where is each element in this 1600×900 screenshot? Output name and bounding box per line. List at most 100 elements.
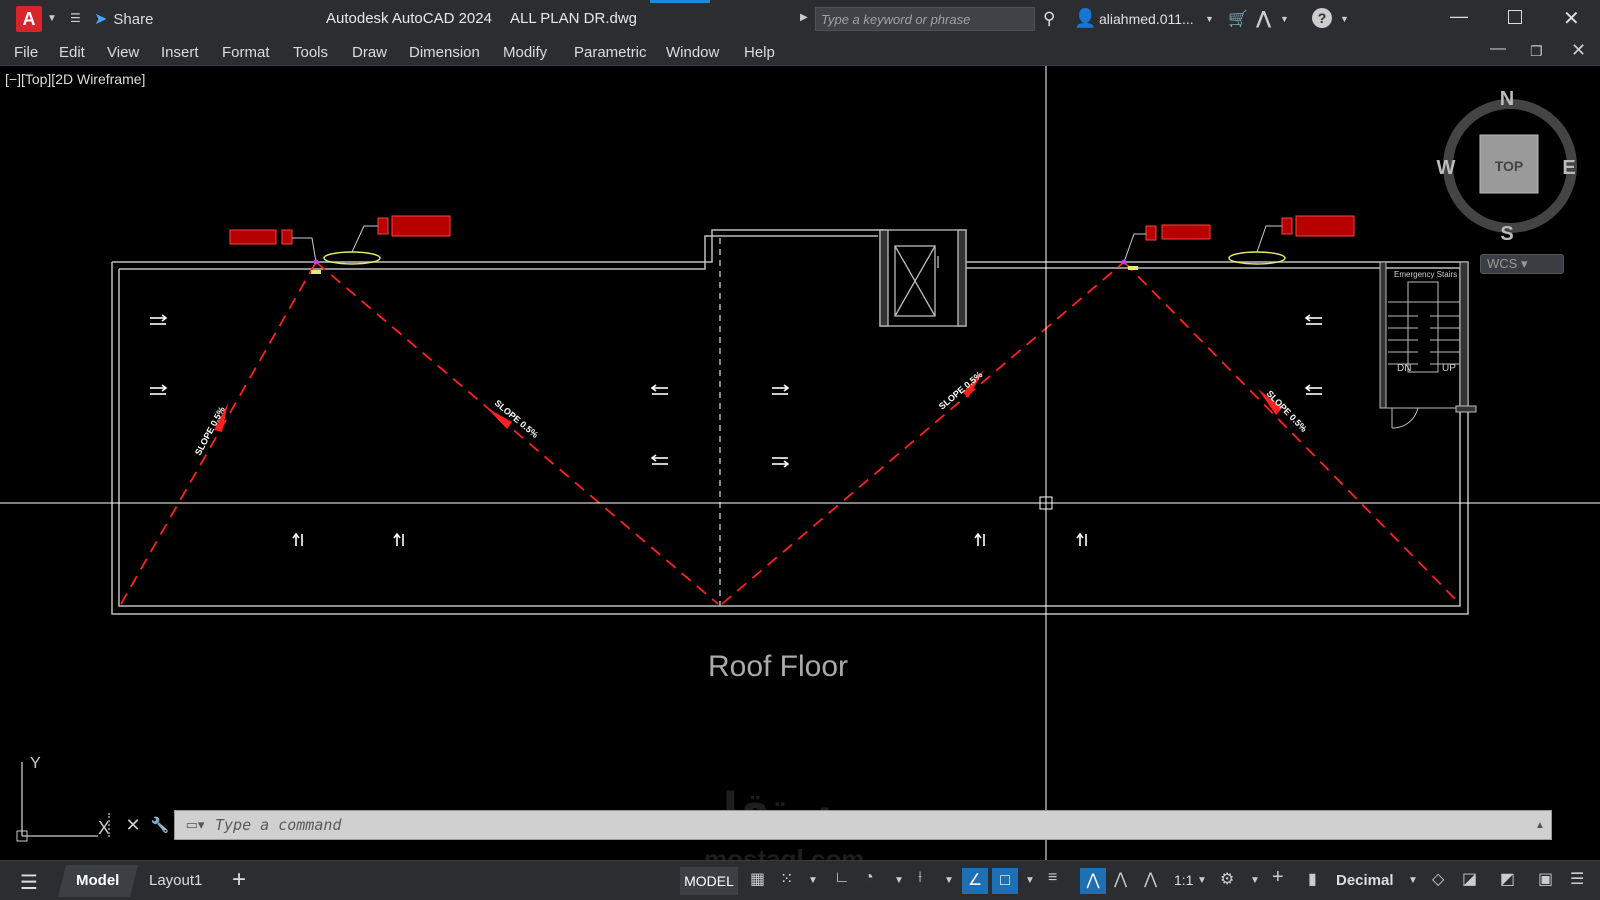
quick-access-menu-icon[interactable]: ☰ bbox=[70, 11, 81, 25]
command-line-grip[interactable] bbox=[108, 813, 114, 837]
isolate-objects-icon[interactable]: ◪ bbox=[1462, 869, 1477, 889]
drawing-title: Roof Floor bbox=[708, 650, 848, 683]
osnap-caret-icon[interactable]: ▼ bbox=[1025, 875, 1035, 886]
help-caret-icon[interactable]: ▼ bbox=[1340, 14, 1349, 24]
auto-scale-icon[interactable]: ⋀ bbox=[1114, 869, 1127, 889]
scale-caret-icon[interactable]: ▼ bbox=[1197, 875, 1207, 886]
workspace-gear-icon[interactable]: ⚙ bbox=[1220, 869, 1234, 889]
hardware-acceleration-icon[interactable]: ◩ bbox=[1500, 869, 1515, 889]
quick-properties-icon[interactable]: ◇ bbox=[1432, 869, 1444, 889]
menu-format[interactable]: Format bbox=[222, 44, 270, 61]
flow-arrows bbox=[150, 314, 1322, 546]
annotation-visibility-icon[interactable]: ⋀ bbox=[1080, 868, 1106, 894]
snap-icon[interactable]: ⁙ bbox=[780, 869, 793, 889]
search-input[interactable] bbox=[815, 7, 1035, 31]
status-bar: ☰ Model Layout1 + MODEL ▦ ⁙ ▼ ∟ ◔ ▼ ⟊ ▼ … bbox=[0, 860, 1600, 900]
elevator-core bbox=[879, 229, 967, 327]
share-label: Share bbox=[113, 10, 154, 28]
document-minimize-icon[interactable]: — bbox=[1490, 40, 1506, 58]
slope-arrows bbox=[214, 370, 1282, 432]
polar-caret-icon[interactable]: ▼ bbox=[894, 875, 904, 886]
emergency-stairs bbox=[1379, 261, 1477, 429]
menu-dimension[interactable]: Dimension bbox=[409, 44, 480, 61]
clean-screen-icon[interactable]: ▣ bbox=[1538, 869, 1553, 889]
drawing-viewport[interactable]: [−][Top][2D Wireframe] Emergency Stairs … bbox=[0, 66, 1600, 874]
command-input[interactable] bbox=[215, 816, 1529, 834]
stair-up-label: UP bbox=[1442, 363, 1456, 374]
workspace-caret-icon[interactable]: ▼ bbox=[1250, 875, 1260, 886]
ortho-icon[interactable]: ∟ bbox=[834, 869, 850, 887]
grid-icon[interactable]: ▦ bbox=[750, 869, 765, 889]
user-menu-caret-icon[interactable]: ▼ bbox=[1205, 14, 1214, 24]
viewcube[interactable]: TOP N S E W bbox=[1430, 86, 1590, 246]
arrow-left-3 bbox=[1304, 314, 1322, 325]
stair-down-label: DN bbox=[1397, 363, 1411, 374]
command-close-icon[interactable]: ✕ bbox=[120, 815, 146, 836]
document-restore-icon[interactable]: ❐ bbox=[1530, 43, 1543, 60]
window-maximize-icon[interactable] bbox=[1508, 10, 1522, 24]
autodesk-app-caret-icon[interactable]: ▼ bbox=[1280, 14, 1289, 24]
command-line: ✕ 🔧 ▭▾ ▲ bbox=[108, 810, 1552, 840]
app-menu-caret-icon[interactable]: ▼ bbox=[47, 13, 57, 24]
menu-parametric[interactable]: Parametric bbox=[574, 44, 647, 61]
document-close-icon[interactable]: ✕ bbox=[1571, 40, 1586, 61]
search-expand-icon[interactable]: ▶ bbox=[800, 12, 808, 23]
menu-file[interactable]: File bbox=[14, 44, 38, 61]
arrow-up-1 bbox=[292, 532, 303, 546]
units-value[interactable]: Decimal bbox=[1336, 872, 1394, 889]
title-bar: A ▼ ☰ ➤ Share Autodesk AutoCAD 2024 ALL … bbox=[0, 0, 1600, 38]
customization-icon[interactable]: ☰ bbox=[1570, 869, 1584, 889]
menu-draw[interactable]: Draw bbox=[352, 44, 387, 61]
menu-help[interactable]: Help bbox=[744, 44, 775, 61]
menu-tools[interactable]: Tools bbox=[293, 44, 328, 61]
ucs-icon: Y X bbox=[16, 755, 110, 842]
tab-layout1[interactable]: Layout1 bbox=[149, 872, 202, 889]
search-icon[interactable]: ⚲ bbox=[1043, 9, 1055, 29]
object-snap-tracking-icon[interactable]: ∠ bbox=[962, 868, 988, 894]
arrow-up-4 bbox=[1076, 532, 1087, 546]
wcs-label: WCS bbox=[1487, 256, 1518, 271]
share-button[interactable]: ➤ Share bbox=[94, 9, 153, 29]
model-space-button[interactable]: MODEL bbox=[680, 867, 738, 895]
menu-bar: File Edit View Insert Format Tools Draw … bbox=[0, 38, 1600, 66]
tab-model[interactable]: Model bbox=[58, 865, 138, 897]
menu-modify[interactable]: Modify bbox=[503, 44, 547, 61]
command-history-icon[interactable]: ▭▾ bbox=[175, 817, 215, 833]
arrow-right-1 bbox=[150, 314, 168, 325]
autodesk-app-icon[interactable]: ⋀ bbox=[1256, 8, 1271, 29]
annotation-scale-icon[interactable]: ⋀ bbox=[1144, 869, 1157, 889]
title-accent-bar bbox=[650, 0, 710, 3]
command-history-expand-icon[interactable]: ▲ bbox=[1529, 820, 1551, 831]
lineweight-icon[interactable]: ≡ bbox=[1048, 869, 1057, 887]
emergency-stairs-label: Emergency Stairs bbox=[1394, 270, 1457, 279]
building-outline bbox=[111, 229, 1469, 615]
units-icon[interactable]: ▮ bbox=[1308, 869, 1317, 889]
user-icon[interactable]: 👤 bbox=[1074, 8, 1096, 29]
snap-caret-icon[interactable]: ▼ bbox=[808, 875, 818, 886]
window-minimize-icon[interactable]: — bbox=[1450, 6, 1468, 27]
user-name[interactable]: aliahmed.011... bbox=[1099, 11, 1194, 27]
object-snap-icon[interactable]: □ bbox=[992, 868, 1018, 894]
arrow-right-2 bbox=[150, 384, 168, 395]
cart-icon[interactable]: 🛒 bbox=[1228, 9, 1248, 29]
window-close-icon[interactable]: ✕ bbox=[1563, 6, 1580, 31]
menu-view[interactable]: View bbox=[107, 44, 139, 61]
roof-plan-drawing: Emergency Stairs DN UP SLOPE 0.5% SLOPE … bbox=[0, 66, 1600, 860]
add-layout-icon[interactable]: + bbox=[232, 866, 246, 894]
menu-edit[interactable]: Edit bbox=[59, 44, 85, 61]
arrow-left-4 bbox=[1304, 384, 1322, 395]
isodraft-caret-icon[interactable]: ▼ bbox=[944, 875, 954, 886]
help-icon[interactable]: ? bbox=[1312, 8, 1332, 28]
annotation-monitor-icon[interactable]: + bbox=[1272, 866, 1284, 889]
annotation-scale-value[interactable]: 1:1 bbox=[1174, 872, 1193, 888]
menu-window[interactable]: Window bbox=[666, 44, 719, 61]
wcs-menu-button[interactable]: WCS ▾ bbox=[1480, 254, 1564, 274]
menu-insert[interactable]: Insert bbox=[161, 44, 199, 61]
isodraft-icon[interactable]: ⟊ bbox=[918, 869, 922, 887]
layout-menu-icon[interactable]: ☰ bbox=[20, 870, 38, 895]
polar-tracking-icon[interactable]: ◔ bbox=[864, 869, 874, 887]
wrench-icon[interactable]: 🔧 bbox=[146, 816, 174, 834]
file-name: ALL PLAN DR.dwg bbox=[510, 10, 638, 27]
autocad-logo-icon[interactable]: A bbox=[16, 6, 42, 32]
units-caret-icon[interactable]: ▼ bbox=[1408, 875, 1418, 886]
